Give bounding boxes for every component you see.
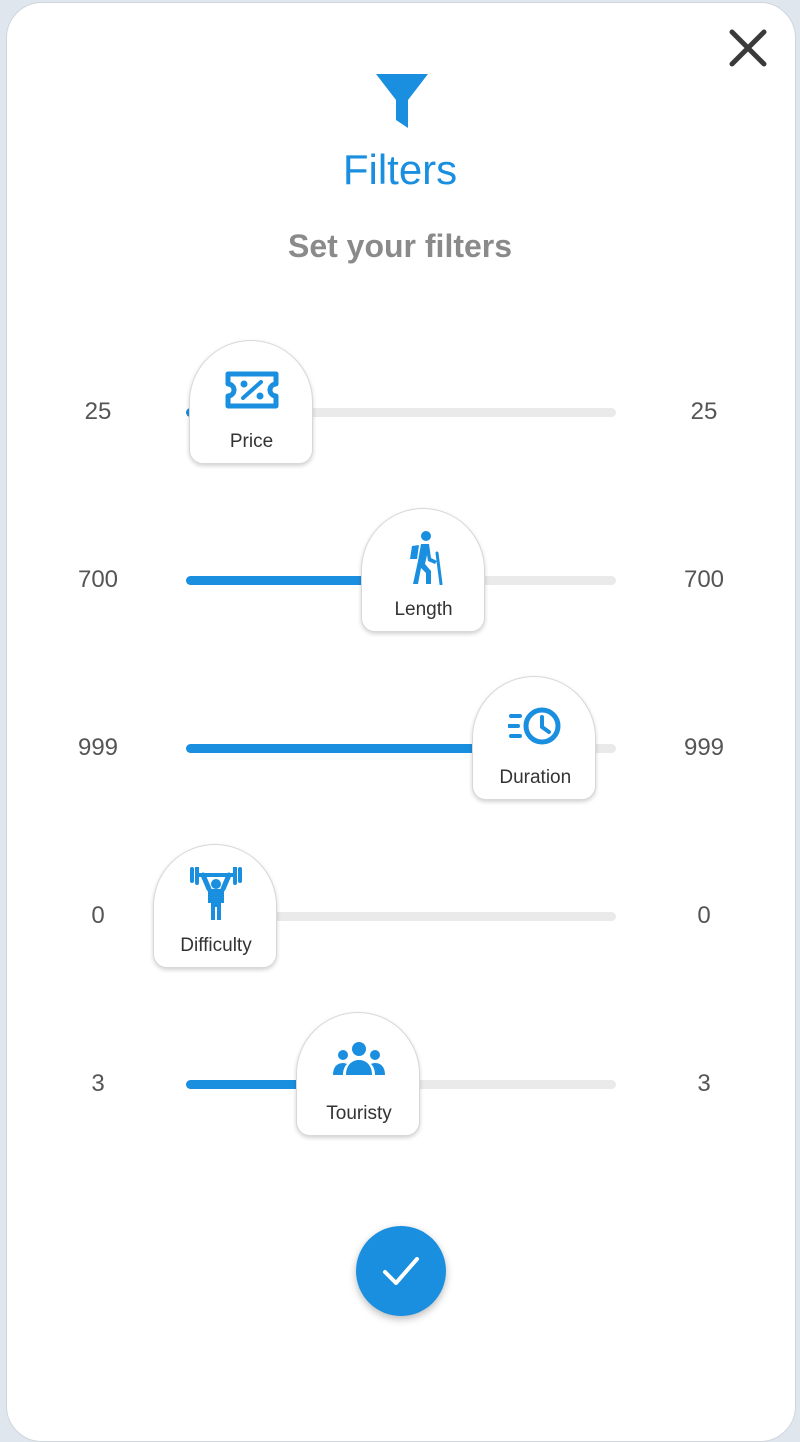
ticket-percent-icon <box>225 371 278 409</box>
hiker-icon <box>409 531 442 585</box>
weightlifter-icon <box>190 867 242 920</box>
page-subtitle: Set your filters <box>287 228 513 264</box>
touristy-max-value: 3 <box>697 1070 711 1097</box>
length-slider-thumb[interactable]: Length <box>360 508 485 632</box>
difficulty-min-value: 0 <box>91 902 105 929</box>
price-label: Price <box>229 431 274 452</box>
touristy-label: Touristy <box>326 1103 392 1124</box>
close-icon <box>729 29 767 67</box>
close-button[interactable] <box>724 24 772 72</box>
group-icon <box>333 1042 385 1075</box>
filter-icon <box>374 72 430 132</box>
filter-row-touristy: 3 3 Touristy <box>0 1012 800 1142</box>
price-slider-thumb[interactable]: Price <box>188 340 313 464</box>
difficulty-label: Difficulty <box>180 935 252 956</box>
price-min-value: 25 <box>84 398 112 425</box>
check-icon <box>383 1257 419 1285</box>
length-max-value: 700 <box>683 566 725 593</box>
filter-row-duration: 999 999 Duration <box>0 676 800 806</box>
apply-filters-button[interactable] <box>356 1226 446 1316</box>
filter-row-difficulty: 0 0 Difficulty <box>0 844 800 974</box>
duration-label: Duration <box>499 767 572 788</box>
duration-slider-thumb[interactable]: Duration <box>472 676 597 800</box>
length-min-value: 700 <box>77 566 119 593</box>
duration-max-value: 999 <box>683 734 725 761</box>
touristy-min-value: 3 <box>91 1070 105 1097</box>
difficulty-max-value: 0 <box>697 902 711 929</box>
filter-row-length: 700 700 Length <box>0 508 800 638</box>
price-max-value: 25 <box>690 398 718 425</box>
clock-fast-icon <box>508 707 561 745</box>
filter-row-price: 25 25 Price <box>0 340 800 470</box>
page-title: Filters <box>342 146 458 193</box>
length-label: Length <box>394 599 453 620</box>
difficulty-slider-thumb[interactable]: Difficulty <box>153 844 277 968</box>
duration-min-value: 999 <box>77 734 119 761</box>
touristy-slider-thumb[interactable]: Touristy <box>296 1012 420 1136</box>
